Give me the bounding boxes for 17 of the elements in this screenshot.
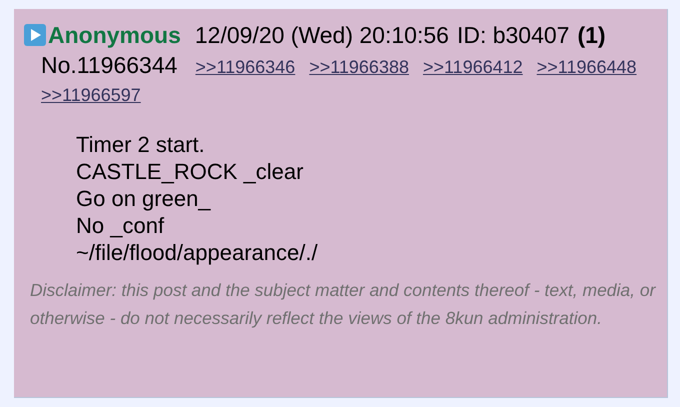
poster-id[interactable]: ID: b30407 bbox=[456, 21, 570, 49]
post-text-line: No _conf bbox=[76, 212, 166, 239]
post-number[interactable]: No.11966344 bbox=[41, 51, 178, 79]
reply-link[interactable]: >>11966388 bbox=[309, 55, 409, 79]
post-text-line: CASTLE_ROCK _clear bbox=[76, 158, 304, 185]
reply-link[interactable]: >>11966597 bbox=[41, 83, 141, 107]
post-text-line: Go on green_ bbox=[76, 185, 212, 212]
disclaimer-text: Disclaimer: this post and the subject matter and contents thereof - text, media, or otherwise - do not necessarily reflect the views of the 8kun administration. bbox=[30, 279, 657, 330]
reply-link[interactable]: >>11966412 bbox=[422, 55, 523, 79]
poster-name: Anonymous bbox=[48, 21, 181, 49]
id-post-count: (1) bbox=[577, 21, 606, 49]
play-icon[interactable] bbox=[24, 24, 46, 46]
post-text-line: ~/file/flood/appearance/./ bbox=[76, 239, 319, 266]
reply-link[interactable]: >>11966448 bbox=[536, 55, 637, 79]
post-date: 12/09/20 (Wed) 20:10:56 bbox=[194, 21, 449, 49]
post-text-line: Timer 2 start. bbox=[76, 131, 206, 158]
reply-link[interactable]: >>11966346 bbox=[195, 55, 296, 79]
